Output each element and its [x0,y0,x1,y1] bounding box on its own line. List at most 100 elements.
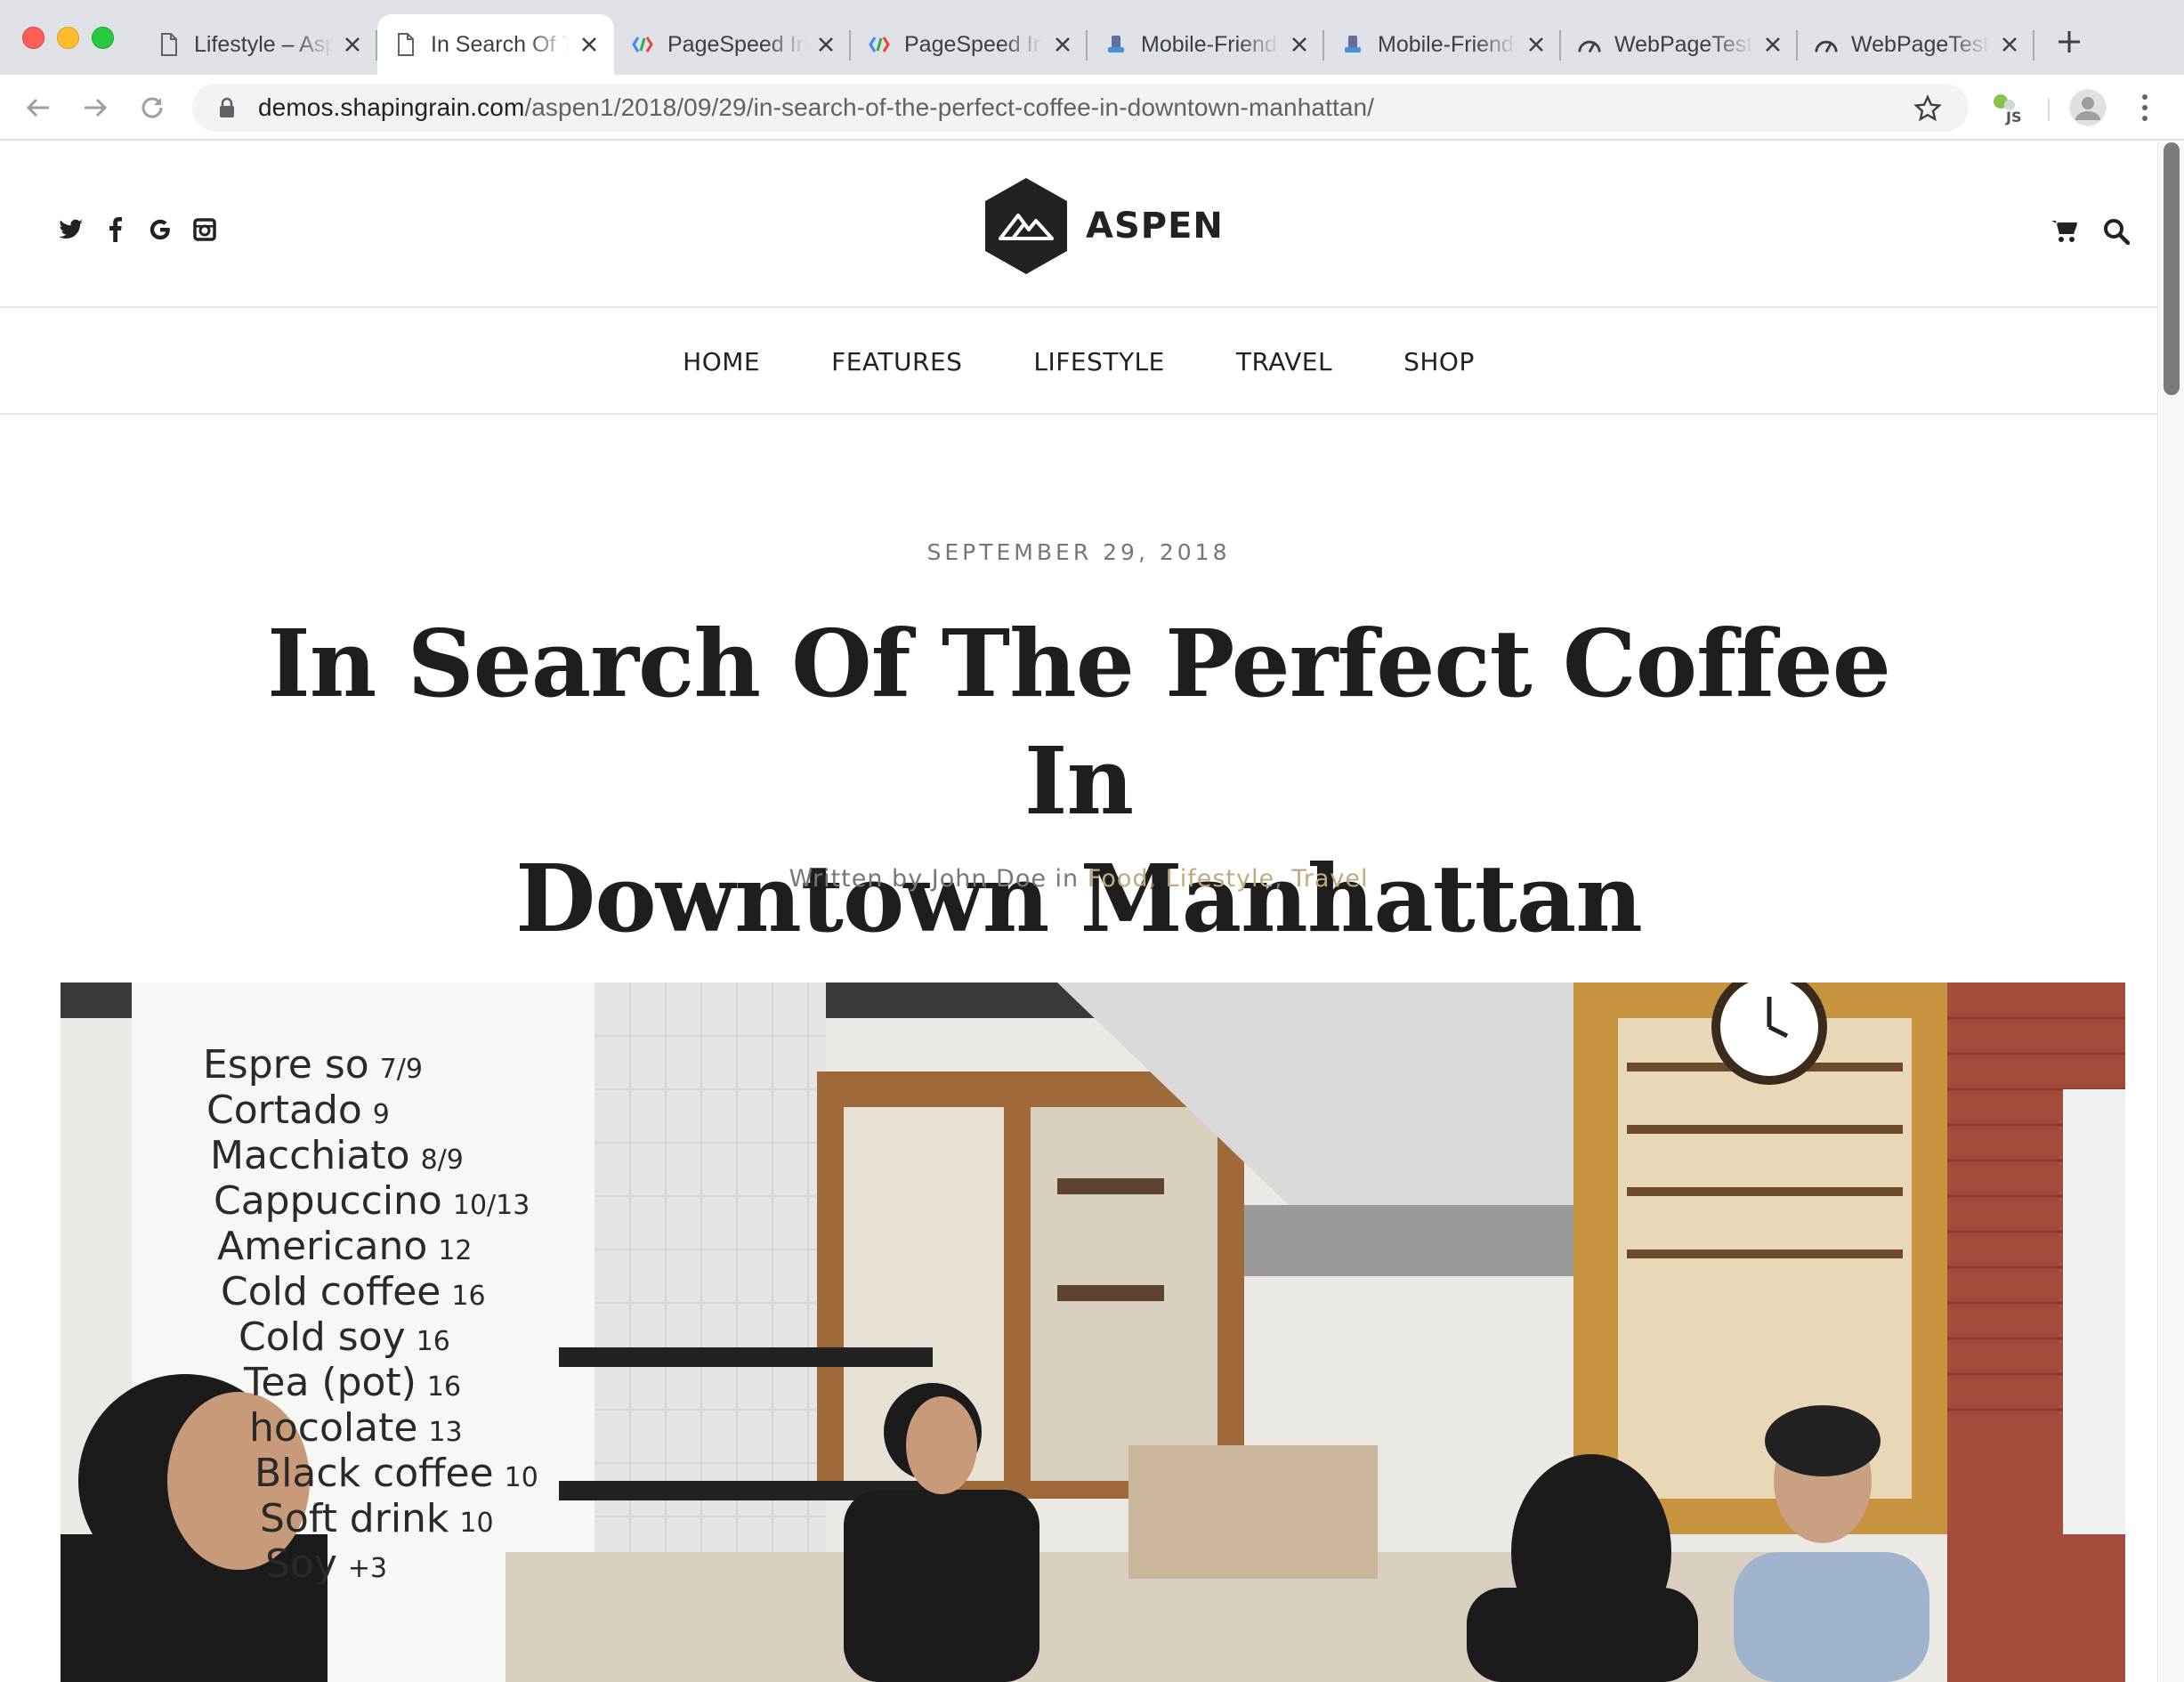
menu-board-line: Tea (pot) 16 [244,1363,538,1408]
extension-js-icon[interactable]: JS [1990,91,2026,126]
back-button[interactable] [21,91,55,125]
post-author-prefix: Written by John Doe in [789,865,1088,893]
logo-text: ASPEN [1086,206,1224,247]
menu-board-line: Espre so 7/9 [203,1045,538,1090]
tab-title: Lifestyle – Aspen [194,31,333,57]
web-page: ASPEN HOME FEATURES LIFESTYLE TRAVEL SHO… [0,142,2157,1682]
svg-text:JS: JS [2005,109,2021,125]
close-icon[interactable] [1524,32,1549,57]
close-icon[interactable] [1287,32,1312,57]
menu-board-line: Cold coffee 16 [221,1272,538,1317]
browser-tab[interactable]: PageSpeed Insights [851,14,1088,75]
main-navigation: HOME FEATURES LIFESTYLE TRAVEL SHOP [0,310,2157,415]
tab-title: Mobile-Friendly Test [1141,31,1280,57]
nav-features[interactable]: FEATURES [831,347,962,376]
menu-board-item: Americano [217,1224,428,1269]
close-icon[interactable] [1760,32,1785,57]
browser-tab[interactable]: WebPageTest [1561,14,1798,75]
tab-title: In Search Of The Perfect Coffee [431,31,570,57]
menu-board-item: Espre so [203,1042,369,1088]
social-links [59,217,217,242]
browser-tab[interactable]: Mobile-Friendly Test [1088,14,1324,75]
menu-board-item: Soy [265,1541,337,1587]
category-link-food[interactable]: Food [1088,865,1149,893]
close-icon[interactable] [1997,32,2022,57]
menu-board-line: Cortado 9 [206,1090,538,1136]
menu-board-price: 9 [372,1099,390,1130]
scrollbar-thumb[interactable] [2164,142,2180,395]
webpagetest-icon [1577,32,1602,57]
menu-board-item: Soft drink [260,1496,449,1541]
menu-board-line: Soft drink 10 [260,1499,538,1544]
url-text[interactable]: demos.shapingrain.com/aspen1/2018/09/29/… [258,93,1374,122]
browser-menu-button[interactable] [2136,91,2154,125]
profile-avatar[interactable] [2069,89,2107,126]
browser-tab[interactable]: Lifestyle – Aspen [141,14,377,75]
menu-board-line: Americano 12 [217,1226,538,1272]
tab-title: PageSpeed Insights [904,31,1043,57]
browser-toolbar: demos.shapingrain.com/aspen1/2018/09/29/… [0,75,2184,141]
forward-button[interactable] [78,91,112,125]
window-zoom-button[interactable] [92,27,114,49]
close-icon[interactable] [1050,32,1075,57]
nav-shop[interactable]: SHOP [1403,347,1475,376]
post-date: SEPTEMBER 29, 2018 [926,539,1231,565]
menu-board-line: Black coffee 10 [255,1453,538,1499]
menu-board-item: Black coffee [255,1451,494,1496]
close-icon[interactable] [577,32,602,57]
menu-board-price: 13 [428,1417,463,1448]
instagram-icon[interactable] [192,217,217,242]
tab-title: Mobile-Friendly Test [1378,31,1517,57]
menu-board-price: 12 [438,1235,473,1266]
lock-icon[interactable] [217,96,237,119]
browser-tab-strip: Lifestyle – Aspen In Search Of The Perfe… [0,0,2184,75]
menu-board-item: Tea (pot) [244,1360,417,1405]
menu-board-line: Soy +3 [265,1544,538,1589]
menu-board-price: 8/9 [420,1144,464,1176]
post-title: In Search Of The Perfect Coffee In Downt… [267,605,1891,958]
header-actions [2051,217,2131,246]
browser-tab[interactable]: Mobile-Friendly Test [1324,14,1561,75]
new-tab-button[interactable] [2054,27,2084,57]
shopping-cart-icon[interactable] [2051,217,2079,246]
page-icon [157,32,182,57]
search-icon[interactable] [2102,217,2131,246]
browser-tab[interactable]: WebPageTest [1798,14,2034,75]
menu-board-price: 10 [504,1462,538,1493]
menu-board-line: Cappuccino 10/13 [214,1181,538,1226]
close-icon[interactable] [340,32,365,57]
window-close-button[interactable] [22,27,44,49]
post-meta: Written by John Doe in Food, Lifestyle, … [789,865,1369,893]
browser-tab-active[interactable]: In Search Of The Perfect Coffee [377,14,614,75]
webpagetest-icon [1814,32,1839,57]
address-bar[interactable]: demos.shapingrain.com/aspen1/2018/09/29/… [192,84,1969,132]
menu-board-item: Macchiato [210,1133,410,1178]
site-logo[interactable]: ASPEN [983,176,1224,276]
mountain-logo-icon [985,178,1067,274]
reload-button[interactable] [135,91,169,125]
menu-board-price: 16 [416,1326,450,1357]
twitter-icon[interactable] [59,217,84,242]
menu-board-item: Cold coffee [221,1269,441,1314]
post-title-line-1: In Search Of The Perfect Coffee In [267,609,1891,836]
nav-travel[interactable]: TRAVEL [1236,347,1332,376]
google-icon[interactable] [148,217,173,242]
facebook-icon[interactable] [103,217,128,242]
nav-home[interactable]: HOME [683,347,760,376]
pagespeed-icon [630,32,655,57]
tab-title: PageSpeed Insights [667,31,806,57]
menu-board-item: Cappuccino [214,1178,442,1224]
category-link-lifestyle[interactable]: Lifestyle [1166,865,1274,893]
close-icon[interactable] [813,32,838,57]
menu-board-price: 10 [459,1508,494,1539]
category-link-travel[interactable]: Travel [1291,865,1368,893]
menu-board-price: 10/13 [452,1190,530,1221]
menu-board-line: Macchiato 8/9 [210,1136,538,1181]
page-scrollbar[interactable] [2157,142,2184,1682]
window-minimize-button[interactable] [57,27,79,49]
browser-tab[interactable]: PageSpeed Insights [614,14,851,75]
nav-lifestyle[interactable]: LIFESTYLE [1033,347,1164,376]
bookmark-star-icon[interactable] [1913,94,1942,123]
featured-image: Espre so 7/9 Cortado 9 Macchiato 8/9 Cappuccin… [61,983,2125,1682]
menu-board: Espre so 7/9 Cortado 9 Macchiato 8/9 Cappuccin… [203,1045,538,1589]
